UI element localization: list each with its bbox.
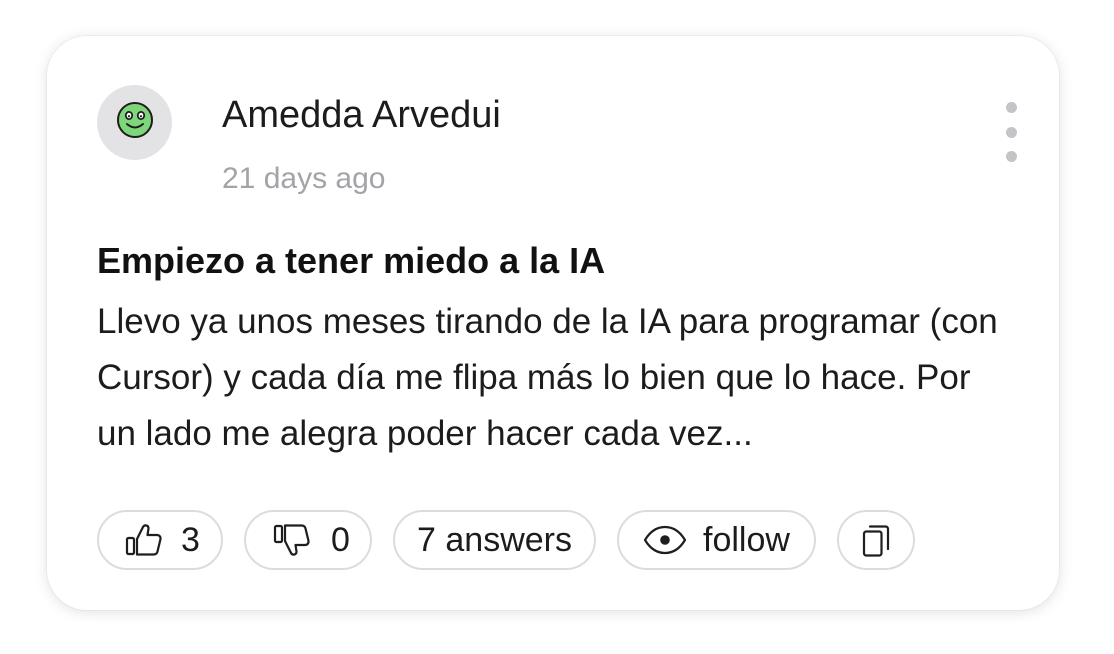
dislike-button[interactable]: 0: [244, 510, 372, 570]
dislike-count: 0: [331, 520, 350, 559]
like-count: 3: [181, 520, 200, 559]
eye-icon: [643, 525, 687, 555]
post-card: Amedda Arvedui 21 days ago Empiezo a ten…: [47, 36, 1059, 610]
copy-button[interactable]: [837, 510, 915, 570]
answers-button[interactable]: 7 answers: [393, 510, 596, 570]
post-title[interactable]: Empiezo a tener miedo a la IA: [97, 240, 605, 282]
post-timestamp: 21 days ago: [222, 162, 386, 195]
like-button[interactable]: 3: [97, 510, 223, 570]
author-name[interactable]: Amedda Arvedui: [222, 94, 501, 137]
copy-icon: [861, 522, 891, 558]
action-bar: 3 0 7 answers follow: [97, 510, 915, 570]
avatar[interactable]: [97, 85, 172, 160]
more-vertical-icon: [1005, 102, 1017, 113]
smiley-face-icon: [116, 101, 154, 144]
thumbs-down-icon: [273, 523, 311, 557]
follow-button[interactable]: follow: [617, 510, 816, 570]
post-body[interactable]: Llevo ya unos meses tirando de la IA par…: [97, 294, 1007, 462]
more-options-button[interactable]: [999, 102, 1023, 162]
answers-label: 7 answers: [417, 520, 572, 559]
thumbs-up-icon: [125, 523, 163, 557]
follow-label: follow: [703, 520, 790, 559]
